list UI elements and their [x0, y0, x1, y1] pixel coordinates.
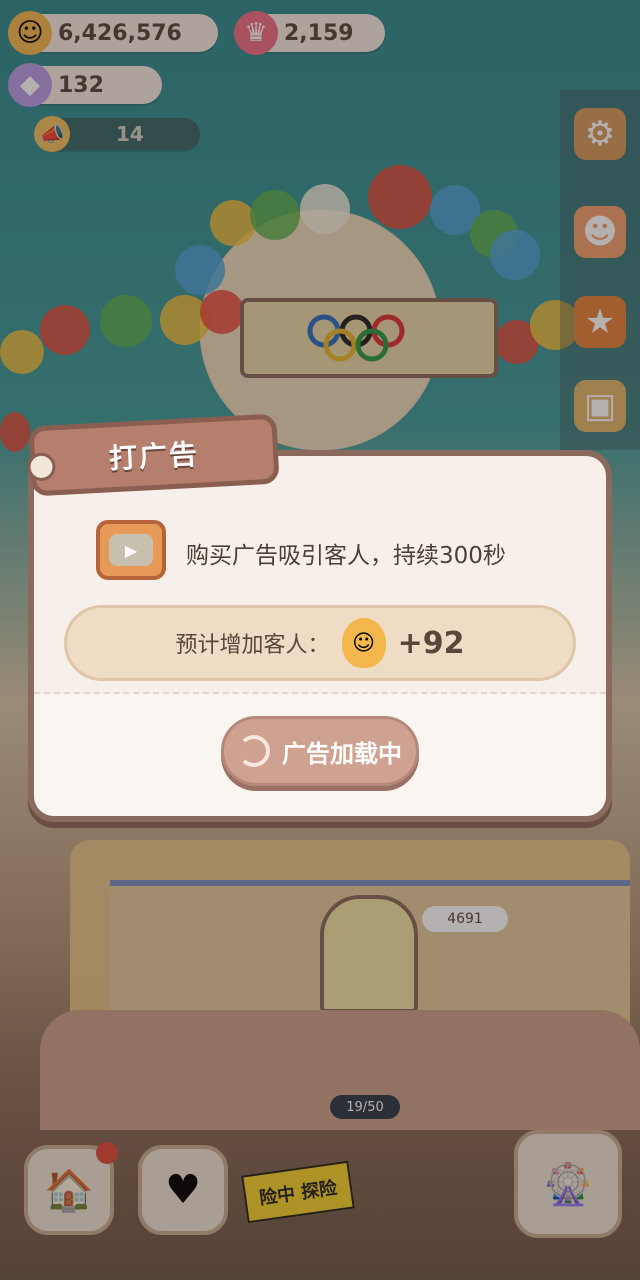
estimate-value: +92: [397, 625, 465, 661]
dialog-divider: [34, 692, 606, 694]
estimate-label: 预计增加客人：: [175, 633, 330, 658]
ad-loading-button[interactable]: 广告加载中: [221, 716, 419, 786]
customer-face-icon: ☺: [341, 618, 386, 668]
pin-icon: [26, 452, 57, 482]
dialog-title-tab: 打广告: [26, 413, 280, 497]
loading-spinner-icon: [238, 735, 270, 767]
ad-loading-label: 广告加载中: [282, 739, 402, 768]
dialog-title: 打广告: [108, 437, 200, 476]
tv-icon: ▶: [96, 520, 166, 580]
ad-description: 购买广告吸引客人，持续300秒: [186, 543, 506, 569]
estimate-panel: 预计增加客人： ☺ +92: [64, 605, 576, 681]
